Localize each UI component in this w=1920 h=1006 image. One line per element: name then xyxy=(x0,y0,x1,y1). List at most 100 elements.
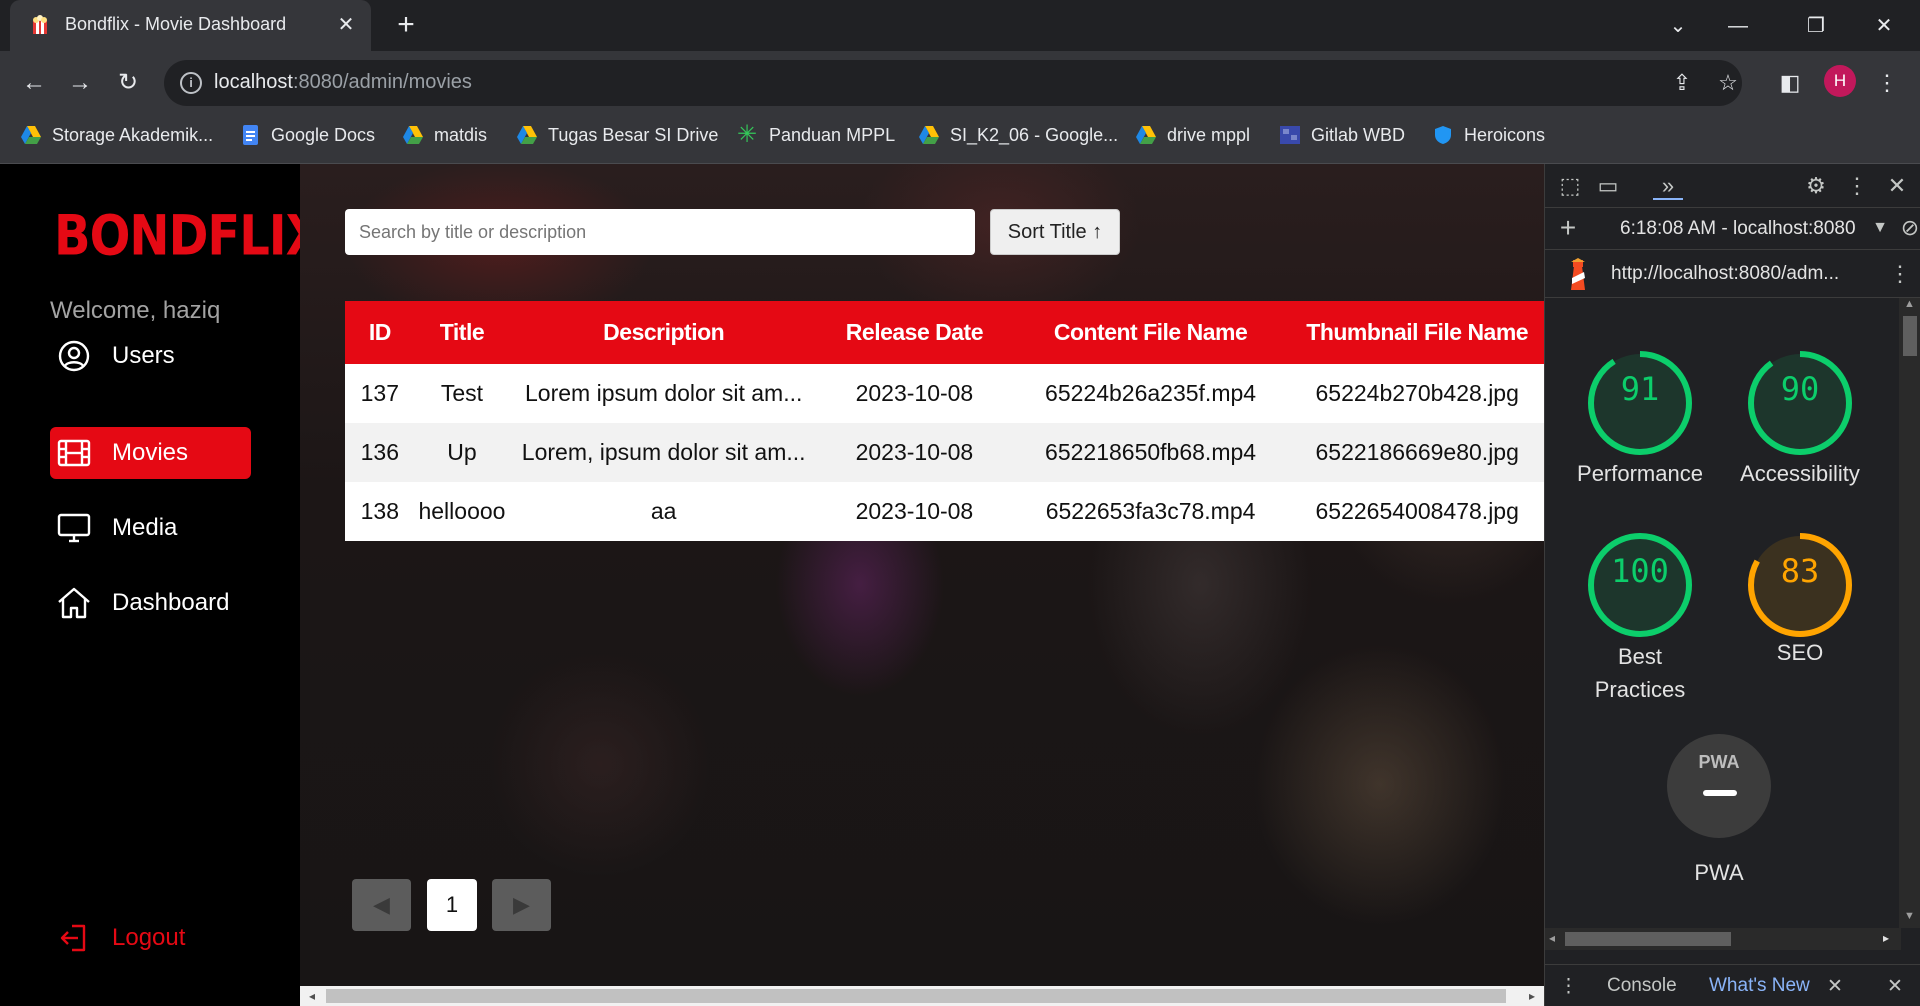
share-icon[interactable]: ⇪ xyxy=(1668,69,1696,97)
logout-button[interactable]: Logout xyxy=(56,920,185,956)
clear-icon[interactable]: ⊘ xyxy=(1895,214,1920,242)
bookmark-item[interactable]: matdis xyxy=(402,115,487,155)
reload-icon[interactable]: ↻ xyxy=(110,65,146,101)
tab-strip: Bondflix - Movie Dashboard ✕ + ⌄ — ❐ ✕ xyxy=(0,0,1920,51)
gauge-label-pwa: PWA xyxy=(1694,860,1744,885)
side-panel-icon[interactable]: ◧ xyxy=(1773,65,1807,101)
column-header-thumbnail-file: Thumbnail File Name xyxy=(1290,301,1544,364)
cell-id: 138 xyxy=(345,482,415,541)
logout-icon xyxy=(56,920,92,956)
bookmark-label: Heroicons xyxy=(1464,124,1546,145)
google-drive-icon xyxy=(403,126,423,144)
column-header-id: ID xyxy=(345,301,415,364)
bookmark-item[interactable]: ✳ Panduan MPPL xyxy=(737,115,895,155)
dt-scroll-right-icon[interactable]: ▸ xyxy=(1883,931,1889,945)
cell-title: Up xyxy=(414,423,510,482)
table-header-row: ID Title Description Release Date Conten… xyxy=(345,301,1544,364)
cell-content-file: 6522653fa3c78.mp4 xyxy=(1010,482,1291,541)
film-icon xyxy=(56,435,92,471)
tab-console[interactable]: Console xyxy=(1607,975,1677,997)
main-content: Sort Title ↑ ID Title Description Releas… xyxy=(300,164,1544,986)
back-arrow-icon[interactable]: ← xyxy=(16,65,52,101)
restore-icon[interactable]: ❐ xyxy=(1796,8,1836,44)
tab-whats-new[interactable]: What's New xyxy=(1709,975,1810,997)
cell-release-date: 2023-10-08 xyxy=(818,482,1011,541)
column-header-release-date: Release Date xyxy=(818,301,1011,364)
sidebar-item-movies[interactable]: Movies xyxy=(50,427,251,479)
report-menu-icon[interactable]: ⋮ xyxy=(1885,260,1915,288)
devtools-menu-icon[interactable]: ⋮ xyxy=(1842,172,1872,200)
new-report-plus-icon[interactable]: + xyxy=(1553,214,1583,242)
bookmark-item[interactable]: drive mppl xyxy=(1135,115,1250,155)
new-tab-button[interactable]: + xyxy=(390,10,422,42)
pwa-badge: PWA xyxy=(1667,734,1771,838)
bookmarks-bar: Storage Akademik... Google Docs matdis T… xyxy=(0,115,1920,164)
bookmark-item[interactable]: Google Docs xyxy=(239,115,375,155)
bookmark-label: Panduan MPPL xyxy=(769,124,896,145)
table-row[interactable]: 138 helloooo aa 2023-10-08 6522653fa3c78… xyxy=(345,482,1544,541)
minimize-icon[interactable]: — xyxy=(1718,8,1758,44)
score-performance: 91 xyxy=(1620,370,1660,408)
window-close-icon[interactable]: ✕ xyxy=(1864,8,1904,44)
web-page: BONDFLIX Welcome, haziq Users Movies Med… xyxy=(0,164,1544,1006)
scroll-right-icon[interactable]: ▸ xyxy=(1524,988,1540,1004)
profile-avatar[interactable]: H xyxy=(1824,65,1856,97)
sidebar-item-label: Users xyxy=(112,342,175,369)
scroll-up-icon[interactable]: ▲ xyxy=(1904,298,1915,310)
cell-thumbnail-file: 6522654008478.jpg xyxy=(1290,482,1544,541)
bookmark-item[interactable]: SI_K2_06 - Google... xyxy=(918,115,1118,155)
devtools-hscroll-thumb[interactable] xyxy=(1565,932,1731,946)
site-info-icon[interactable]: i xyxy=(180,72,202,94)
devtools-panel: ⬚ ▭ » ⚙ ⋮ ✕ + 6:18:08 AM - localhost:808… xyxy=(1544,164,1920,1006)
table-row[interactable]: 137 Test Lorem ipsum dolor sit am... 202… xyxy=(345,364,1544,423)
scrollbar-thumb[interactable] xyxy=(326,989,1506,1003)
sidebar-item-users[interactable]: Users xyxy=(50,330,251,382)
device-toolbar-icon[interactable]: ▭ xyxy=(1593,172,1623,200)
drawer-menu-icon[interactable]: ⋮ xyxy=(1559,975,1578,998)
prev-page-button[interactable]: ◀ xyxy=(352,879,411,931)
report-selector[interactable]: 6:18:08 AM - localhost:8080 xyxy=(1620,218,1856,240)
whats-new-close-icon[interactable]: ✕ xyxy=(1827,975,1843,998)
score-accessibility: 90 xyxy=(1780,370,1820,408)
score-best-practices: 100 xyxy=(1611,552,1669,590)
url-text[interactable]: localhost:8080/admin/movies xyxy=(214,71,472,94)
address-bar[interactable]: i localhost:8080/admin/movies ⇪ ☆ xyxy=(164,60,1742,106)
sidebar-item-dashboard[interactable]: Dashboard xyxy=(50,577,251,629)
bookmark-label: Storage Akademik... xyxy=(52,124,214,145)
bookmark-item[interactable]: Tugas Besar SI Drive xyxy=(516,115,718,155)
more-tabs-icon[interactable]: » xyxy=(1653,172,1683,200)
search-input[interactable] xyxy=(345,209,975,255)
tab-search-chevron-icon[interactable]: ⌄ xyxy=(1658,8,1698,44)
bookmark-item[interactable]: Storage Akademik... xyxy=(20,115,213,155)
bookmark-item[interactable]: Gitlab WBD xyxy=(1279,115,1405,155)
bookmark-item[interactable]: Heroicons xyxy=(1432,115,1545,155)
dt-scroll-left-icon[interactable]: ◂ xyxy=(1549,931,1555,945)
sidebar: BONDFLIX Welcome, haziq Users Movies Med… xyxy=(0,164,323,1006)
bookmark-star-icon[interactable]: ☆ xyxy=(1714,69,1742,97)
drawer-close-icon[interactable]: ✕ xyxy=(1887,975,1903,998)
tab-close-icon[interactable]: ✕ xyxy=(333,12,359,38)
sidebar-item-media[interactable]: Media xyxy=(50,502,251,554)
settings-gear-icon[interactable]: ⚙ xyxy=(1801,172,1831,200)
cell-content-file: 65224b26a235f.mp4 xyxy=(1010,364,1291,423)
forward-arrow-icon[interactable]: → xyxy=(62,65,98,101)
bookmark-label: matdis xyxy=(434,124,488,145)
devtools-close-icon[interactable]: ✕ xyxy=(1882,172,1912,200)
devtools-scroll-thumb[interactable] xyxy=(1903,316,1917,356)
inspect-element-icon[interactable]: ⬚ xyxy=(1555,172,1585,200)
gauge-label-performance: Performance xyxy=(1577,461,1703,486)
browser-menu-icon[interactable]: ⋮ xyxy=(1870,65,1904,101)
page-number-button[interactable]: 1 xyxy=(427,879,477,931)
next-page-button[interactable]: ▶ xyxy=(492,879,551,931)
table-row[interactable]: 136 Up Lorem, ipsum dolor sit am... 2023… xyxy=(345,423,1544,482)
scroll-down-icon[interactable]: ▼ xyxy=(1904,910,1915,922)
dropdown-caret-icon[interactable]: ▼ xyxy=(1865,214,1895,242)
popcorn-favicon-icon xyxy=(33,15,47,34)
devtools-horizontal-scrollbar[interactable]: ◂ ▸ xyxy=(1545,928,1901,950)
tab-title: Bondflix - Movie Dashboard xyxy=(65,14,287,34)
devtools-vertical-scrollbar[interactable]: ▲ ▼ xyxy=(1899,298,1920,928)
sort-title-button[interactable]: Sort Title ↑ xyxy=(990,209,1120,255)
browser-tab[interactable]: Bondflix - Movie Dashboard ✕ xyxy=(10,0,371,51)
scroll-left-icon[interactable]: ◂ xyxy=(304,988,320,1004)
horizontal-scrollbar[interactable]: ◂ ▸ xyxy=(300,986,1544,1006)
